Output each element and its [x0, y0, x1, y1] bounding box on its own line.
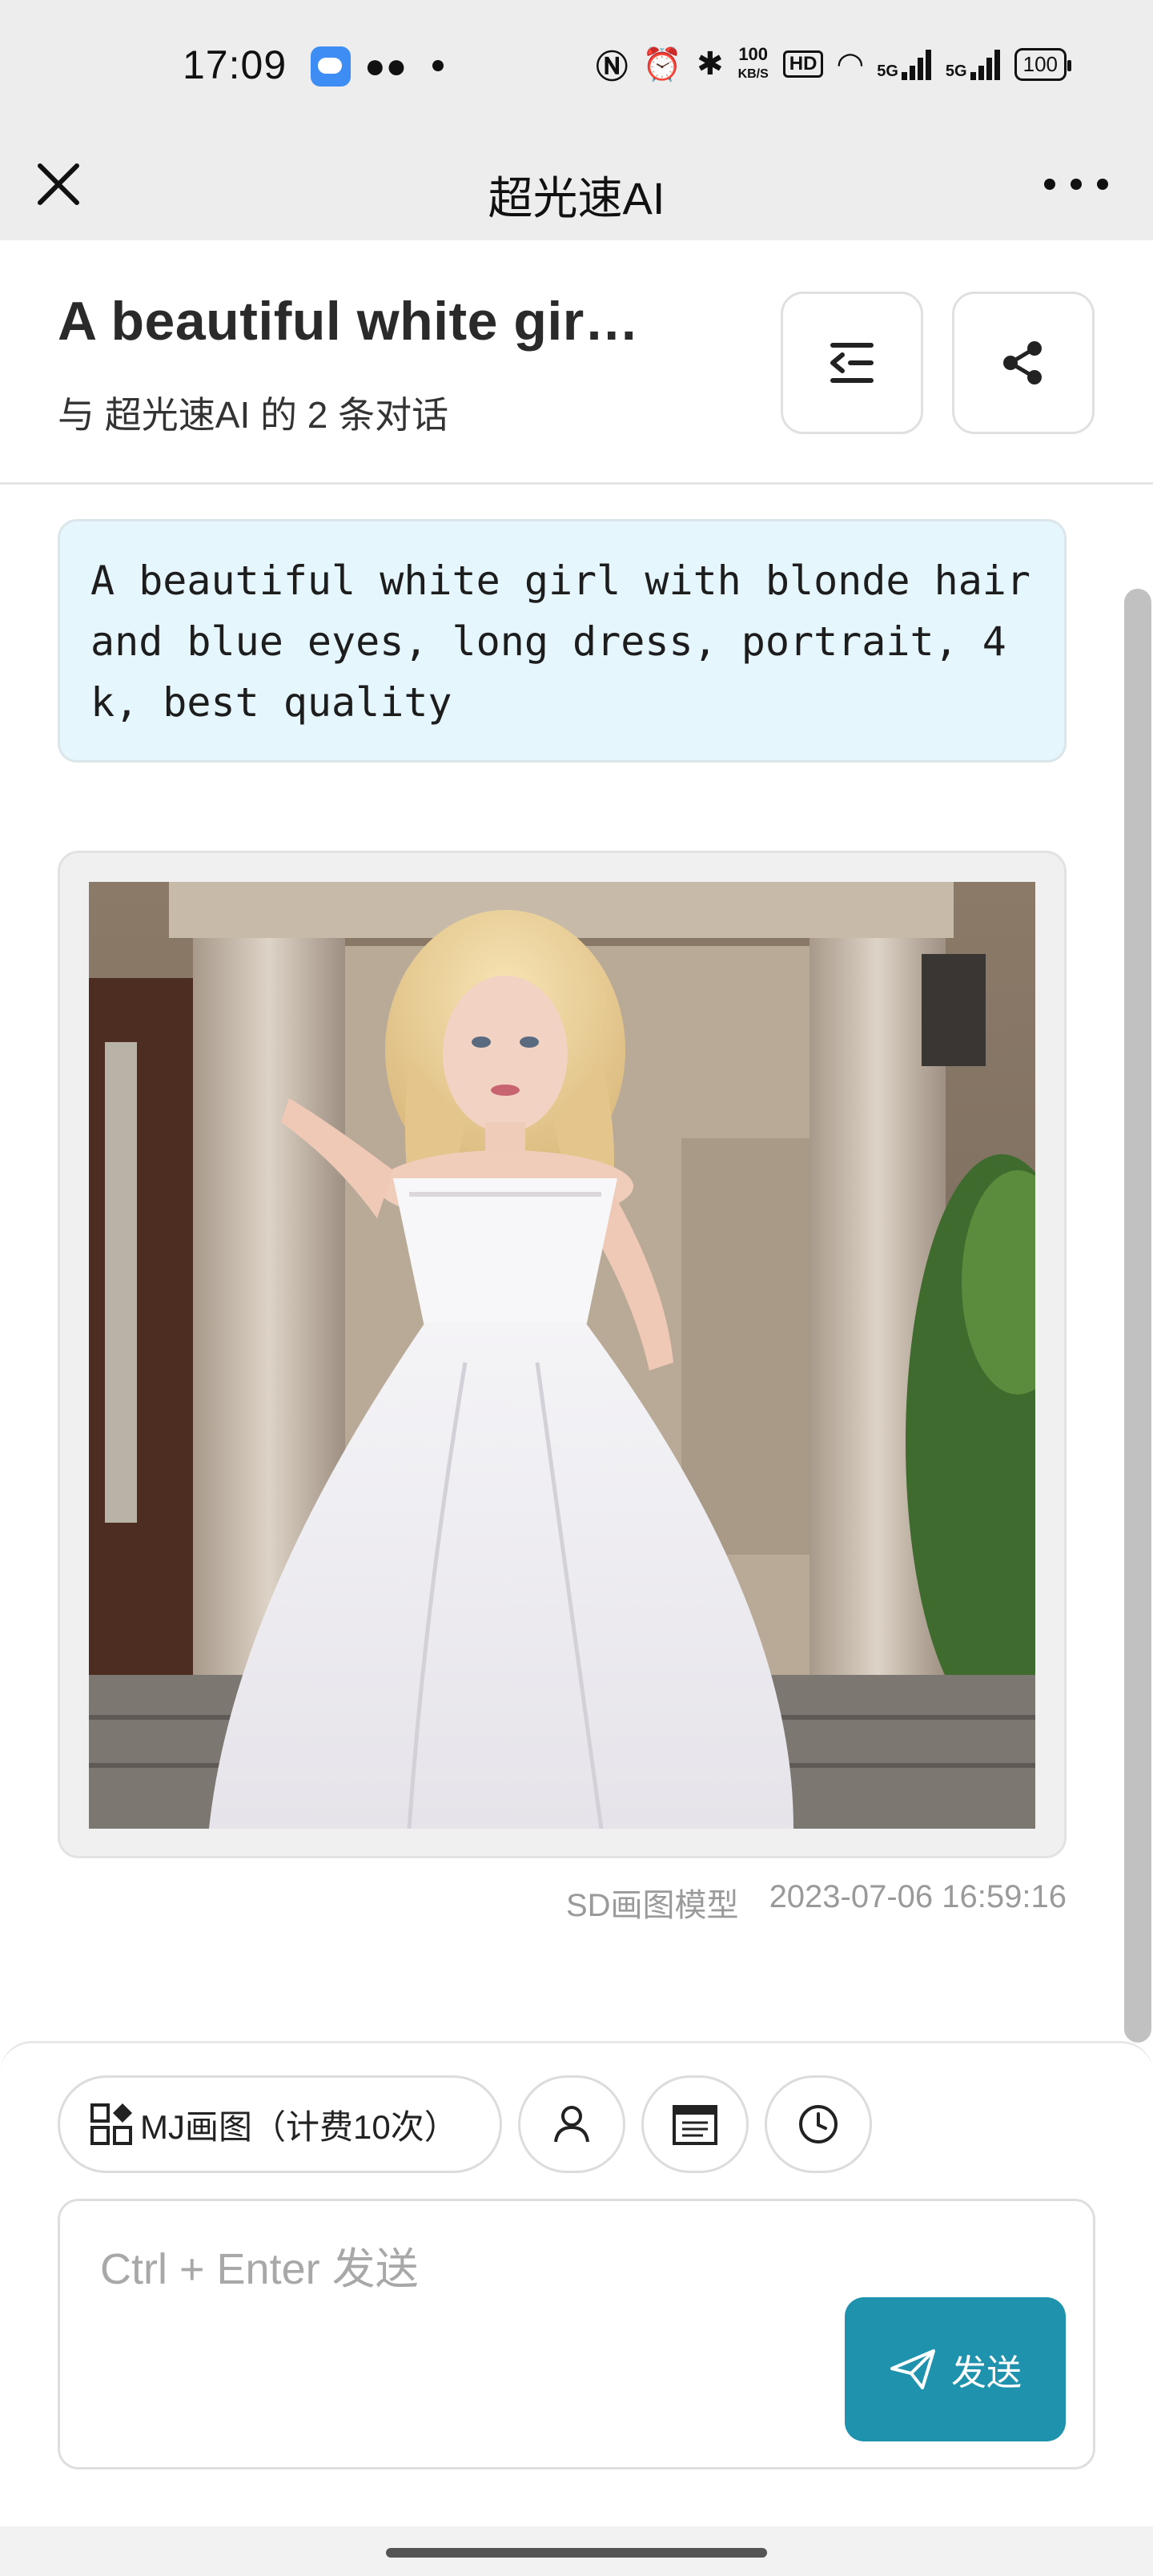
image-meta: SD画图模型 2023-07-06 16:59:16	[566, 1879, 1067, 1926]
mode-label: MJ画图（计费10次）	[140, 2107, 458, 2146]
message-input-box[interactable]: 发送	[58, 2199, 1095, 2469]
wifi-icon: ◠	[838, 46, 863, 82]
more-icon[interactable]	[1044, 164, 1108, 204]
signal-1: 5G	[877, 48, 931, 80]
model-label: SD画图模型	[565, 1888, 739, 1923]
hd-badge: HD	[782, 50, 824, 78]
template-icon	[672, 2105, 717, 2145]
signal-2: 5G	[946, 48, 1000, 80]
chat-header: A beautiful white gir… 与 超光速AI 的 2 条对话	[0, 240, 1153, 485]
net-speed-value: 100	[738, 43, 769, 64]
weather-icon	[311, 46, 351, 87]
chat-title: A beautiful white gir…	[58, 291, 640, 352]
notification-dot-icon	[432, 60, 444, 71]
message-timestamp: 2023-07-06 16:59:16	[769, 1879, 1067, 1914]
mode-select-button[interactable]: MJ画图（计费10次）	[58, 2075, 502, 2173]
history-icon	[798, 2105, 838, 2143]
template-button[interactable]	[641, 2075, 749, 2173]
bluetooth-icon: ✱	[697, 46, 724, 82]
net-speed-unit: KB/S	[737, 66, 769, 81]
signal-2-label: 5G	[945, 62, 967, 80]
signal-bars-icon	[901, 48, 931, 80]
chat-subtitle: 与 超光速AI 的 2 条对话	[58, 394, 449, 436]
nav-title: 超光速AI	[488, 173, 665, 223]
scrollbar[interactable]	[1124, 589, 1151, 2043]
persona-button[interactable]	[517, 2075, 625, 2173]
send-label: 发送	[951, 2353, 1022, 2393]
composer: MJ画图（计费10次） Ctrl + Enter 发送 发送	[0, 2041, 1153, 2526]
net-speed: 100 KB/S	[737, 43, 769, 83]
share-button[interactable]	[952, 292, 1095, 434]
signal-1-label: 5G	[877, 62, 898, 80]
menu-button[interactable]	[781, 292, 923, 434]
battery-icon: 100	[1014, 47, 1072, 81]
user-message-bubble: A beautiful white girl with blonde hair …	[58, 519, 1067, 763]
send-icon	[890, 2349, 935, 2389]
history-button[interactable]	[764, 2075, 872, 2173]
generated-image-illustration	[89, 882, 1035, 1829]
image-message-card	[58, 851, 1067, 1858]
share-icon	[1003, 341, 1042, 384]
scrollbar-thumb[interactable]	[1124, 589, 1151, 2043]
nav-bar: 超光速AI	[0, 132, 1153, 240]
user-icon	[553, 2106, 589, 2143]
grid-icon	[90, 2103, 132, 2145]
menu-indent-icon	[830, 343, 874, 383]
home-indicator[interactable]	[386, 2548, 767, 2558]
wechat-icon: ●●	[364, 46, 408, 86]
signal-bars-icon	[970, 48, 1000, 80]
status-indicators: Ⓝ ⏰ ✱ 100 KB/S HD ◠ 5G 5G 100	[596, 40, 1072, 88]
alarm-icon: ⏰	[642, 46, 683, 83]
nfc-icon: Ⓝ	[596, 50, 629, 85]
send-button[interactable]: 发送	[845, 2297, 1066, 2441]
home-indicator-bar	[0, 2526, 1153, 2576]
status-time: 17:09	[183, 42, 287, 87]
generated-image[interactable]	[89, 882, 1035, 1829]
composer-toolbar: MJ画图（计费10次）	[58, 2075, 872, 2173]
status-bar: 17:09 ●● Ⓝ ⏰ ✱ 100 KB/S HD ◠ 5G 5G 100	[0, 0, 1153, 132]
message-input[interactable]	[100, 2233, 821, 2329]
